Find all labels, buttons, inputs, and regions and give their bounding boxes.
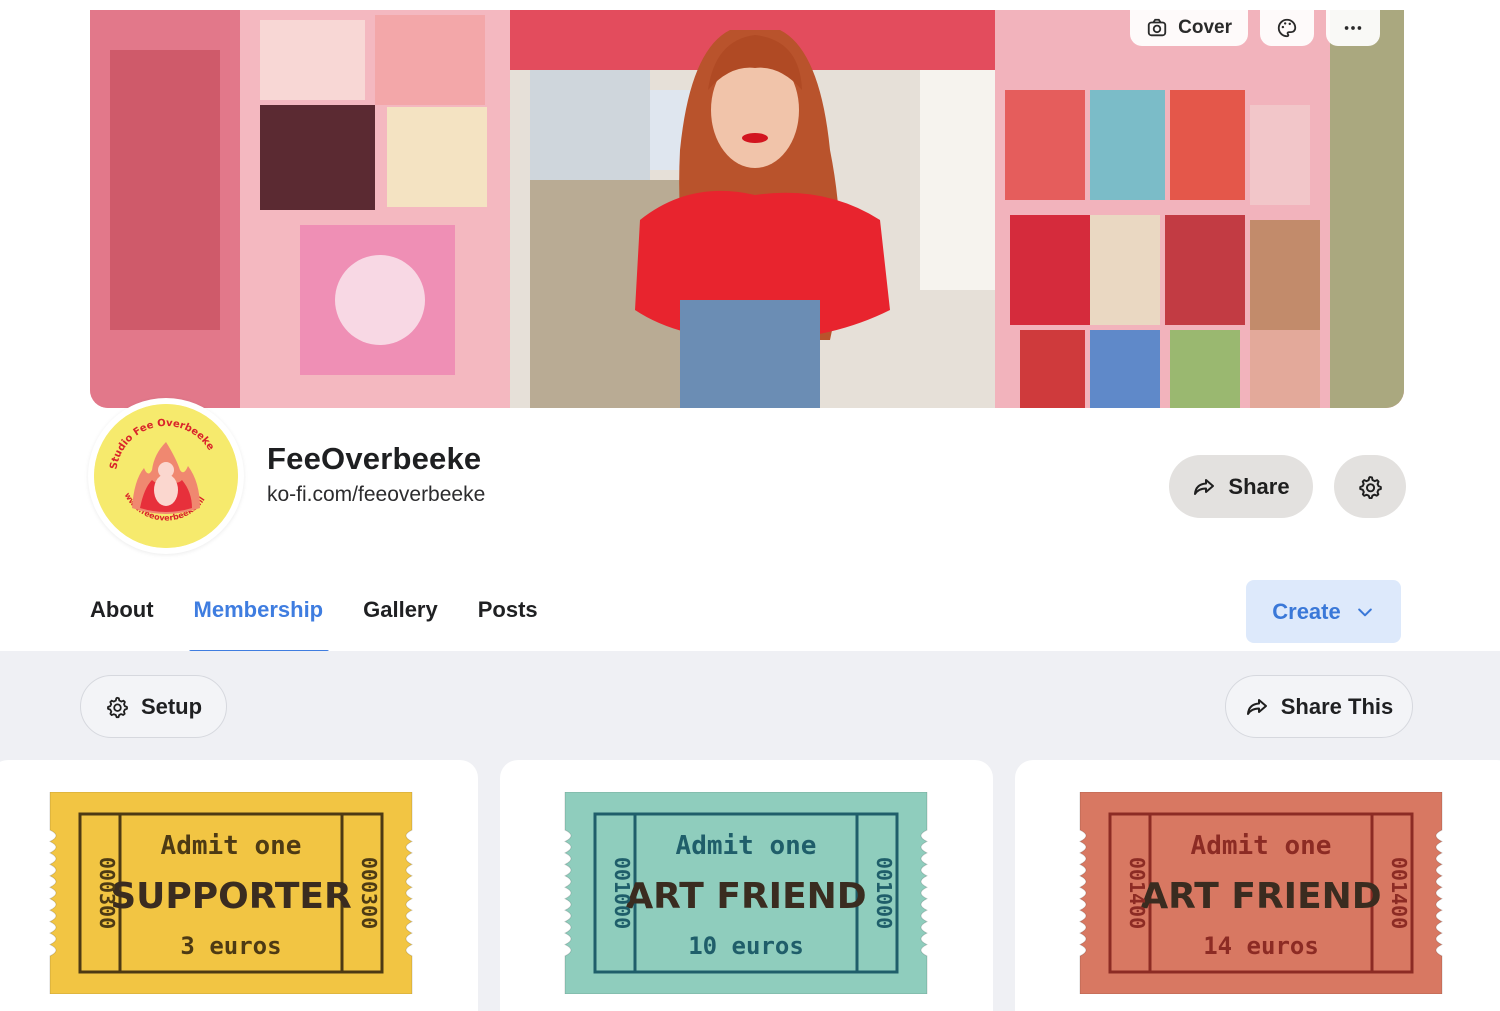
gear-icon <box>107 696 128 718</box>
tier-card-art-friend-14[interactable]: Admit one ART FRIEND 14 euros 001400 001… <box>1015 760 1500 1011</box>
ticket-image: Admit one SUPPORTER 3 euros 000300 00030… <box>48 792 414 994</box>
ticket-serial-right: 001000 <box>872 857 896 929</box>
setup-button-label: Setup <box>140 693 203 719</box>
profile-tabs: About Membership Gallery Posts <box>90 580 578 654</box>
ticket-serial-left: 000300 <box>95 857 119 929</box>
ticket-serial-right: 000300 <box>357 857 381 929</box>
profile-settings-button[interactable] <box>1334 455 1406 518</box>
theme-button[interactable] <box>1260 10 1314 46</box>
ticket-admit-text: Admit one <box>161 831 302 861</box>
more-dots-icon <box>1344 26 1362 30</box>
tab-about[interactable]: About <box>90 580 154 654</box>
ticket-price: 10 euros <box>688 932 804 960</box>
avatar-logo: Studio Fee Overbeeke www.feeoverbeeke.nl <box>94 404 238 548</box>
gear-icon <box>1359 475 1382 499</box>
cover-button[interactable]: Cover <box>1130 10 1248 46</box>
camera-icon <box>1147 18 1167 37</box>
tab-membership[interactable]: Membership <box>188 580 329 654</box>
kofi-page: Cover Studio Fee Overbeeke www.feeoverbe… <box>0 0 1500 1011</box>
ticket-price: 3 euros <box>180 932 281 960</box>
ticket-price: 14 euros <box>1203 932 1319 960</box>
share-button[interactable]: Share <box>1169 455 1313 518</box>
tab-gallery[interactable]: Gallery <box>363 580 438 654</box>
share-arrow-icon <box>1194 478 1215 495</box>
ticket-tier-name: SUPPORTER <box>110 876 352 917</box>
ticket-serial-right: 001400 <box>1387 857 1411 929</box>
profile-url[interactable]: ko-fi.com/feeoverbeeke <box>267 483 485 507</box>
cover-photo: Cover <box>90 10 1404 408</box>
share-this-button-label: Share This <box>1280 693 1394 719</box>
tier-card-supporter[interactable]: Admit one SUPPORTER 3 euros 000300 00030… <box>0 760 478 1011</box>
tier-card-art-friend-10[interactable]: Admit one ART FRIEND 10 euros 001000 001… <box>500 760 993 1011</box>
cover-actions: Cover <box>1130 10 1380 46</box>
ticket-tier-name: ART FRIEND <box>625 876 866 917</box>
ticket-image: Admit one ART FRIEND 14 euros 001400 001… <box>1078 792 1444 994</box>
cover-button-label: Cover <box>1178 17 1232 38</box>
share-button-label: Share <box>1228 473 1290 499</box>
tab-posts[interactable]: Posts <box>478 580 538 654</box>
cover-image <box>90 10 1404 408</box>
ticket-serial-left: 001000 <box>610 857 634 929</box>
share-this-button[interactable]: Share This <box>1225 675 1413 738</box>
chevron-down-icon <box>1357 608 1372 616</box>
more-button[interactable] <box>1326 10 1380 46</box>
ticket-admit-text: Admit one <box>1191 831 1332 861</box>
avatar-image: Studio Fee Overbeeke www.feeoverbeeke.nl <box>94 404 238 548</box>
palette-icon <box>1277 18 1297 38</box>
ticket-tier-name: ART FRIEND <box>1140 876 1381 917</box>
ticket-image: Admit one ART FRIEND 10 euros 001000 001… <box>563 792 929 994</box>
avatar[interactable]: Studio Fee Overbeeke www.feeoverbeeke.nl <box>88 398 244 554</box>
ticket-serial-left: 001400 <box>1125 857 1149 929</box>
profile-name: FeeOverbeeke <box>267 441 482 476</box>
share-arrow-icon <box>1246 698 1267 715</box>
setup-button[interactable]: Setup <box>80 675 227 738</box>
create-button[interactable]: Create <box>1246 580 1401 643</box>
create-button-label: Create <box>1272 598 1341 624</box>
ticket-admit-text: Admit one <box>676 831 817 861</box>
membership-panel: Setup Share This Admit one SUPPORTER 3 e… <box>0 651 1500 1011</box>
